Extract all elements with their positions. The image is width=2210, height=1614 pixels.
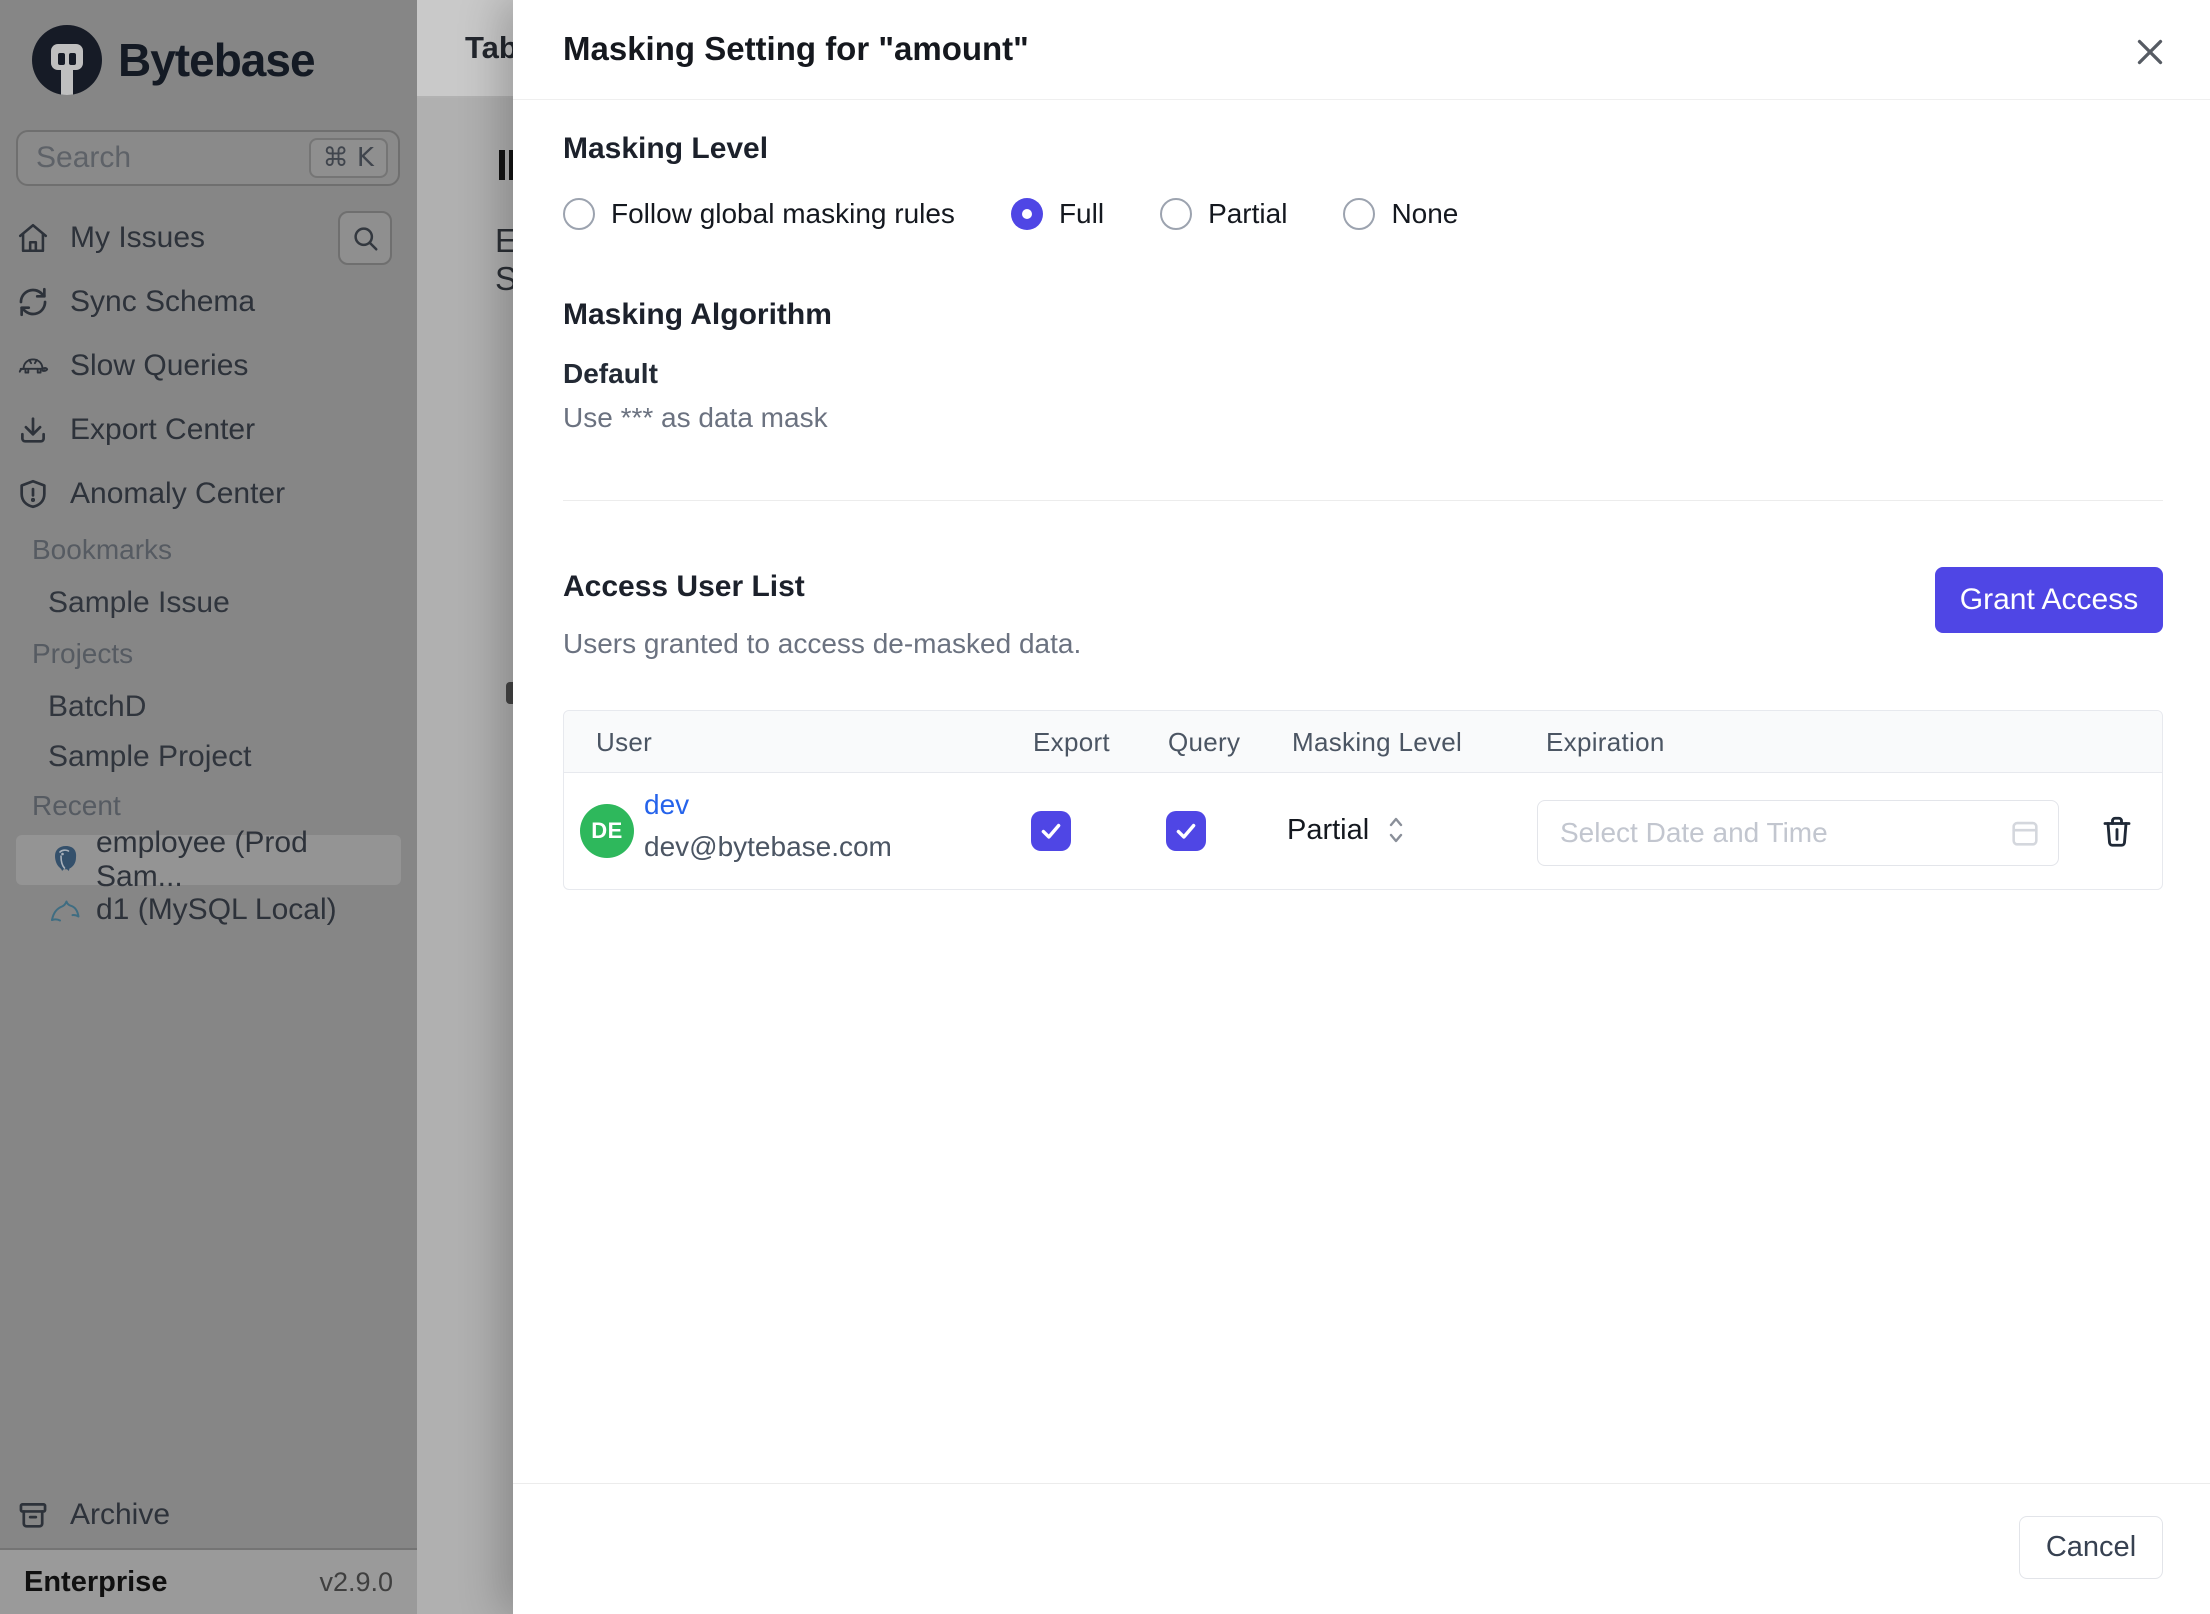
shield-icon: [16, 477, 50, 511]
column-header-export: Export: [1033, 726, 1110, 757]
expiration-date-input[interactable]: [1537, 800, 2059, 866]
sidebar-item-recent-d1[interactable]: d1 (MySQL Local): [16, 885, 401, 935]
algorithm-description: Use *** as data mask: [563, 402, 828, 433]
mysql-icon: [48, 892, 84, 928]
user-name-link[interactable]: dev: [644, 789, 689, 821]
delete-trash-icon[interactable]: [2097, 811, 2137, 851]
home-icon: [16, 221, 50, 255]
sidebar-item-slow-queries[interactable]: Slow Queries: [16, 336, 336, 396]
radio-follow-global[interactable]: Follow global masking rules: [563, 198, 955, 230]
sidebar-item-label: Sync Schema: [70, 285, 256, 318]
sidebar-item-my-issues[interactable]: My Issues: [16, 208, 336, 268]
bytebase-logo-icon: [32, 25, 102, 95]
table-row: DE dev dev@bytebase.com Partial: [564, 773, 2162, 889]
sidebar-search[interactable]: ⌘ K: [16, 130, 400, 186]
sidebar-item-label: d1 (MySQL Local): [96, 893, 337, 926]
postgresql-icon: [48, 842, 84, 878]
sidebar-item-anomaly-center[interactable]: Anomaly Center: [16, 464, 336, 524]
sidebar-item-label: My Issues: [70, 221, 206, 254]
dimmed-background: Tab E S: [417, 0, 518, 1614]
table-header: User Export Query Masking Level Expirati…: [564, 711, 2162, 773]
date-time-field[interactable]: [1560, 817, 2008, 849]
sync-icon: [16, 285, 50, 319]
export-checkbox[interactable]: [1031, 811, 1071, 851]
user-email: dev@bytebase.com: [644, 831, 892, 862]
column-header-expiration: Expiration: [1546, 726, 1665, 757]
check-icon: [1041, 823, 1061, 839]
keyboard-shortcut-badge: ⌘ K: [308, 138, 388, 178]
close-icon[interactable]: [2128, 30, 2172, 74]
sidebar-item-label: Archive: [70, 1498, 171, 1531]
radio-full[interactable]: Full: [1010, 198, 1104, 230]
brand-logo[interactable]: Bytebase: [32, 25, 316, 95]
sidebar-section-bookmarks: Bookmarks: [32, 534, 173, 565]
radio-selected-icon: [1010, 198, 1043, 230]
sidebar-section-recent: Recent: [32, 790, 121, 821]
column-header-user: User: [596, 726, 653, 757]
radio-icon: [1160, 198, 1193, 230]
modal-title: Masking Setting for "amount": [563, 30, 1029, 67]
divider: [513, 1483, 2210, 1484]
radio-partial[interactable]: Partial: [1160, 198, 1287, 230]
calendar-icon: [2008, 816, 2042, 850]
sidebar-item-sample-issue[interactable]: Sample Issue: [48, 586, 230, 620]
column-header-masking-level: Masking Level: [1292, 726, 1463, 757]
sidebar-item-recent-employee[interactable]: employee (Prod Sam...: [16, 826, 401, 893]
masking-level-heading: Masking Level: [563, 132, 769, 165]
masking-setting-modal: Masking Setting for "amount" Masking Lev…: [513, 0, 2210, 1614]
radio-icon: [1343, 198, 1376, 230]
sidebar-item-batchd[interactable]: BatchD: [48, 690, 146, 724]
masking-level-radio-group: Follow global masking rules Full Partial…: [563, 198, 1458, 230]
algorithm-name: Default: [563, 358, 658, 389]
sidebar-item-label: employee (Prod Sam...: [96, 826, 308, 893]
masking-level-select[interactable]: Partial: [1287, 813, 1405, 847]
download-icon: [16, 413, 50, 447]
version-label: v2.9.0: [319, 1566, 393, 1597]
grant-access-button[interactable]: Grant Access: [1935, 567, 2163, 633]
issue-search-button[interactable]: [338, 211, 392, 265]
radio-none[interactable]: None: [1343, 198, 1458, 230]
sidebar-section-projects: Projects: [32, 638, 134, 669]
chevron-up-down-icon: [1387, 813, 1405, 847]
plan-label: Enterprise: [24, 1565, 168, 1598]
sidebar-item-export-center[interactable]: Export Center: [16, 400, 336, 460]
sidebar-item-label: Slow Queries: [70, 349, 249, 382]
turtle-icon: [16, 349, 50, 383]
search-input[interactable]: [36, 141, 309, 175]
access-user-list-heading: Access User List: [563, 570, 805, 603]
background-notch: [506, 682, 513, 704]
archive-box-icon: [16, 1498, 50, 1532]
access-user-table: User Export Query Masking Level Expirati…: [563, 710, 2163, 890]
divider: [563, 500, 2163, 501]
background-tab-label: Tab: [465, 30, 518, 65]
query-checkbox[interactable]: [1166, 811, 1206, 851]
avatar: DE: [580, 804, 634, 858]
sidebar-item-sync-schema[interactable]: Sync Schema: [16, 272, 336, 332]
modal-header: Masking Setting for "amount": [513, 0, 2210, 100]
sidebar-item-label: Anomaly Center: [70, 477, 286, 510]
cancel-button[interactable]: Cancel: [2019, 1516, 2163, 1579]
masking-algorithm-heading: Masking Algorithm: [563, 298, 832, 331]
radio-icon: [563, 198, 595, 230]
plan-bar: Enterprise v2.9.0: [0, 1550, 417, 1614]
sidebar: Bytebase ⌘ K My Issues Sync Schema Slow: [0, 0, 417, 1614]
column-header-query: Query: [1168, 726, 1241, 757]
sidebar-item-archive[interactable]: Archive: [16, 1485, 336, 1545]
check-icon: [1176, 823, 1196, 839]
sidebar-item-label: Export Center: [70, 413, 256, 446]
brand-name: Bytebase: [118, 34, 316, 86]
sidebar-item-sample-project[interactable]: Sample Project: [48, 740, 251, 774]
search-icon: [354, 227, 378, 251]
access-user-list-subtitle: Users granted to access de-masked data.: [563, 628, 1082, 659]
page: Bytebase ⌘ K My Issues Sync Schema Slow: [0, 0, 2210, 1614]
